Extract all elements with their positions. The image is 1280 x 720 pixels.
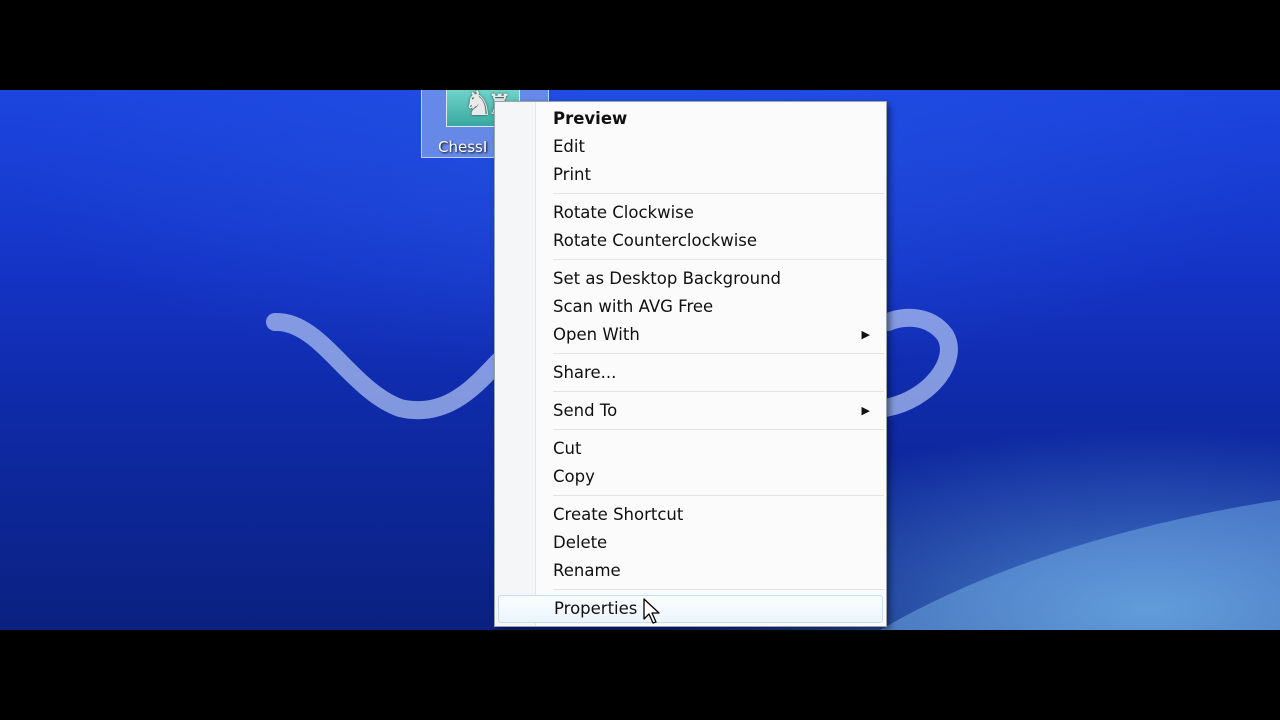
context-menu[interactable]: Preview Edit Print Rotate Clockwise Rotate C…: [494, 101, 887, 627]
menu-item-label: Rename: [553, 561, 621, 580]
submenu-arrow-icon: ▶: [861, 328, 870, 341]
menu-item-label: Rotate Counterclockwise: [553, 231, 758, 250]
menu-item-open-with[interactable]: Open With ▶: [495, 321, 886, 349]
menu-item-label: Open With: [553, 325, 640, 344]
submenu-arrow-icon: ▶: [861, 404, 870, 417]
letterbox-top: [0, 0, 1280, 90]
menu-item-label: Create Shortcut: [553, 505, 684, 524]
menu-item-label: Scan with AVG Free: [553, 297, 714, 316]
menu-item-label: Preview: [553, 109, 628, 128]
menu-item-edit[interactable]: Edit: [495, 133, 886, 161]
menu-item-label: Copy: [553, 467, 595, 486]
menu-item-label: Send To: [553, 401, 618, 420]
menu-separator: [553, 391, 884, 392]
menu-item-print[interactable]: Print: [495, 161, 886, 189]
menu-item-label: Rotate Clockwise: [553, 203, 694, 222]
menu-separator: [553, 259, 884, 260]
menu-item-rotate-counterclockwise[interactable]: Rotate Counterclockwise: [495, 227, 886, 255]
menu-item-rename[interactable]: Rename: [495, 557, 886, 585]
menu-item-preview[interactable]: Preview: [495, 105, 886, 133]
menu-item-share[interactable]: Share...: [495, 359, 886, 387]
menu-separator: [553, 495, 884, 496]
menu-item-label: Cut: [553, 439, 582, 458]
menu-item-create-shortcut[interactable]: Create Shortcut: [495, 501, 886, 529]
menu-item-label: Properties: [554, 599, 638, 618]
menu-item-label: Share...: [553, 363, 617, 382]
menu-item-label: Edit: [553, 137, 585, 156]
menu-item-send-to[interactable]: Send To ▶: [495, 397, 886, 425]
menu-item-properties[interactable]: Properties: [498, 595, 883, 623]
menu-item-label: Set as Desktop Background: [553, 269, 782, 288]
menu-separator: [553, 193, 884, 194]
menu-item-delete[interactable]: Delete: [495, 529, 886, 557]
menu-separator: [553, 429, 884, 430]
menu-item-scan-with-avg-free[interactable]: Scan with AVG Free: [495, 293, 886, 321]
menu-separator: [553, 589, 884, 590]
menu-separator: [553, 353, 884, 354]
menu-item-copy[interactable]: Copy: [495, 463, 886, 491]
menu-item-rotate-clockwise[interactable]: Rotate Clockwise: [495, 199, 886, 227]
letterbox-bottom: [0, 630, 1280, 720]
menu-item-label: Delete: [553, 533, 608, 552]
menu-item-cut[interactable]: Cut: [495, 435, 886, 463]
menu-item-set-as-desktop-background[interactable]: Set as Desktop Background: [495, 265, 886, 293]
menu-item-label: Print: [553, 165, 591, 184]
mouse-pointer-icon: [643, 598, 660, 624]
